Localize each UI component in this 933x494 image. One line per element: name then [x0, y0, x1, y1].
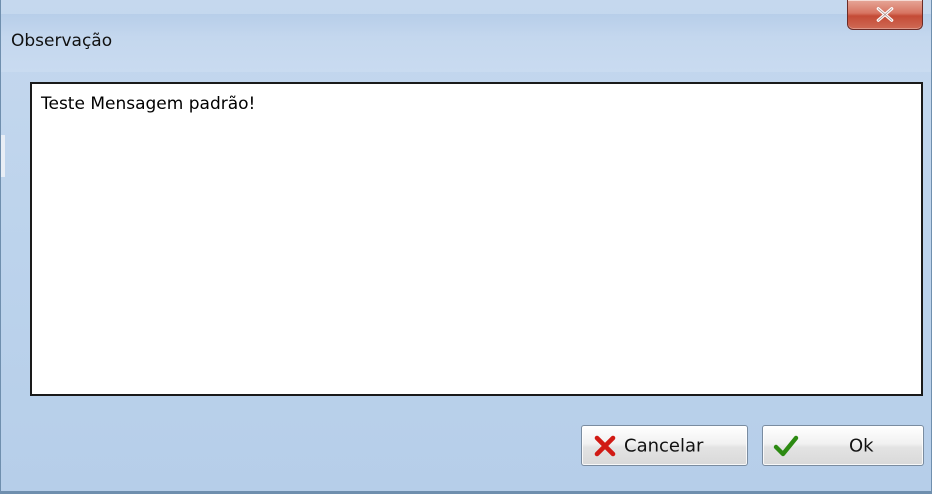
ok-button[interactable]: Ok	[762, 425, 924, 466]
title-bar[interactable]: Observação	[1, 14, 931, 72]
message-textarea[interactable]: Teste Mensagem padrão!	[30, 82, 923, 396]
observacao-dialog: Observação Teste Mensagem padrão! Cancel…	[0, 0, 932, 494]
window-title: Observação	[11, 31, 113, 51]
window-edge-highlight	[1, 135, 5, 177]
close-button[interactable]	[847, 0, 923, 30]
cancel-button-label: Cancelar	[624, 435, 704, 456]
red-x-icon	[594, 435, 616, 456]
ok-button-label: Ok	[849, 435, 874, 456]
green-checkmark-icon	[773, 435, 799, 456]
close-icon	[876, 7, 894, 22]
cancel-button[interactable]: Cancelar	[581, 425, 748, 466]
